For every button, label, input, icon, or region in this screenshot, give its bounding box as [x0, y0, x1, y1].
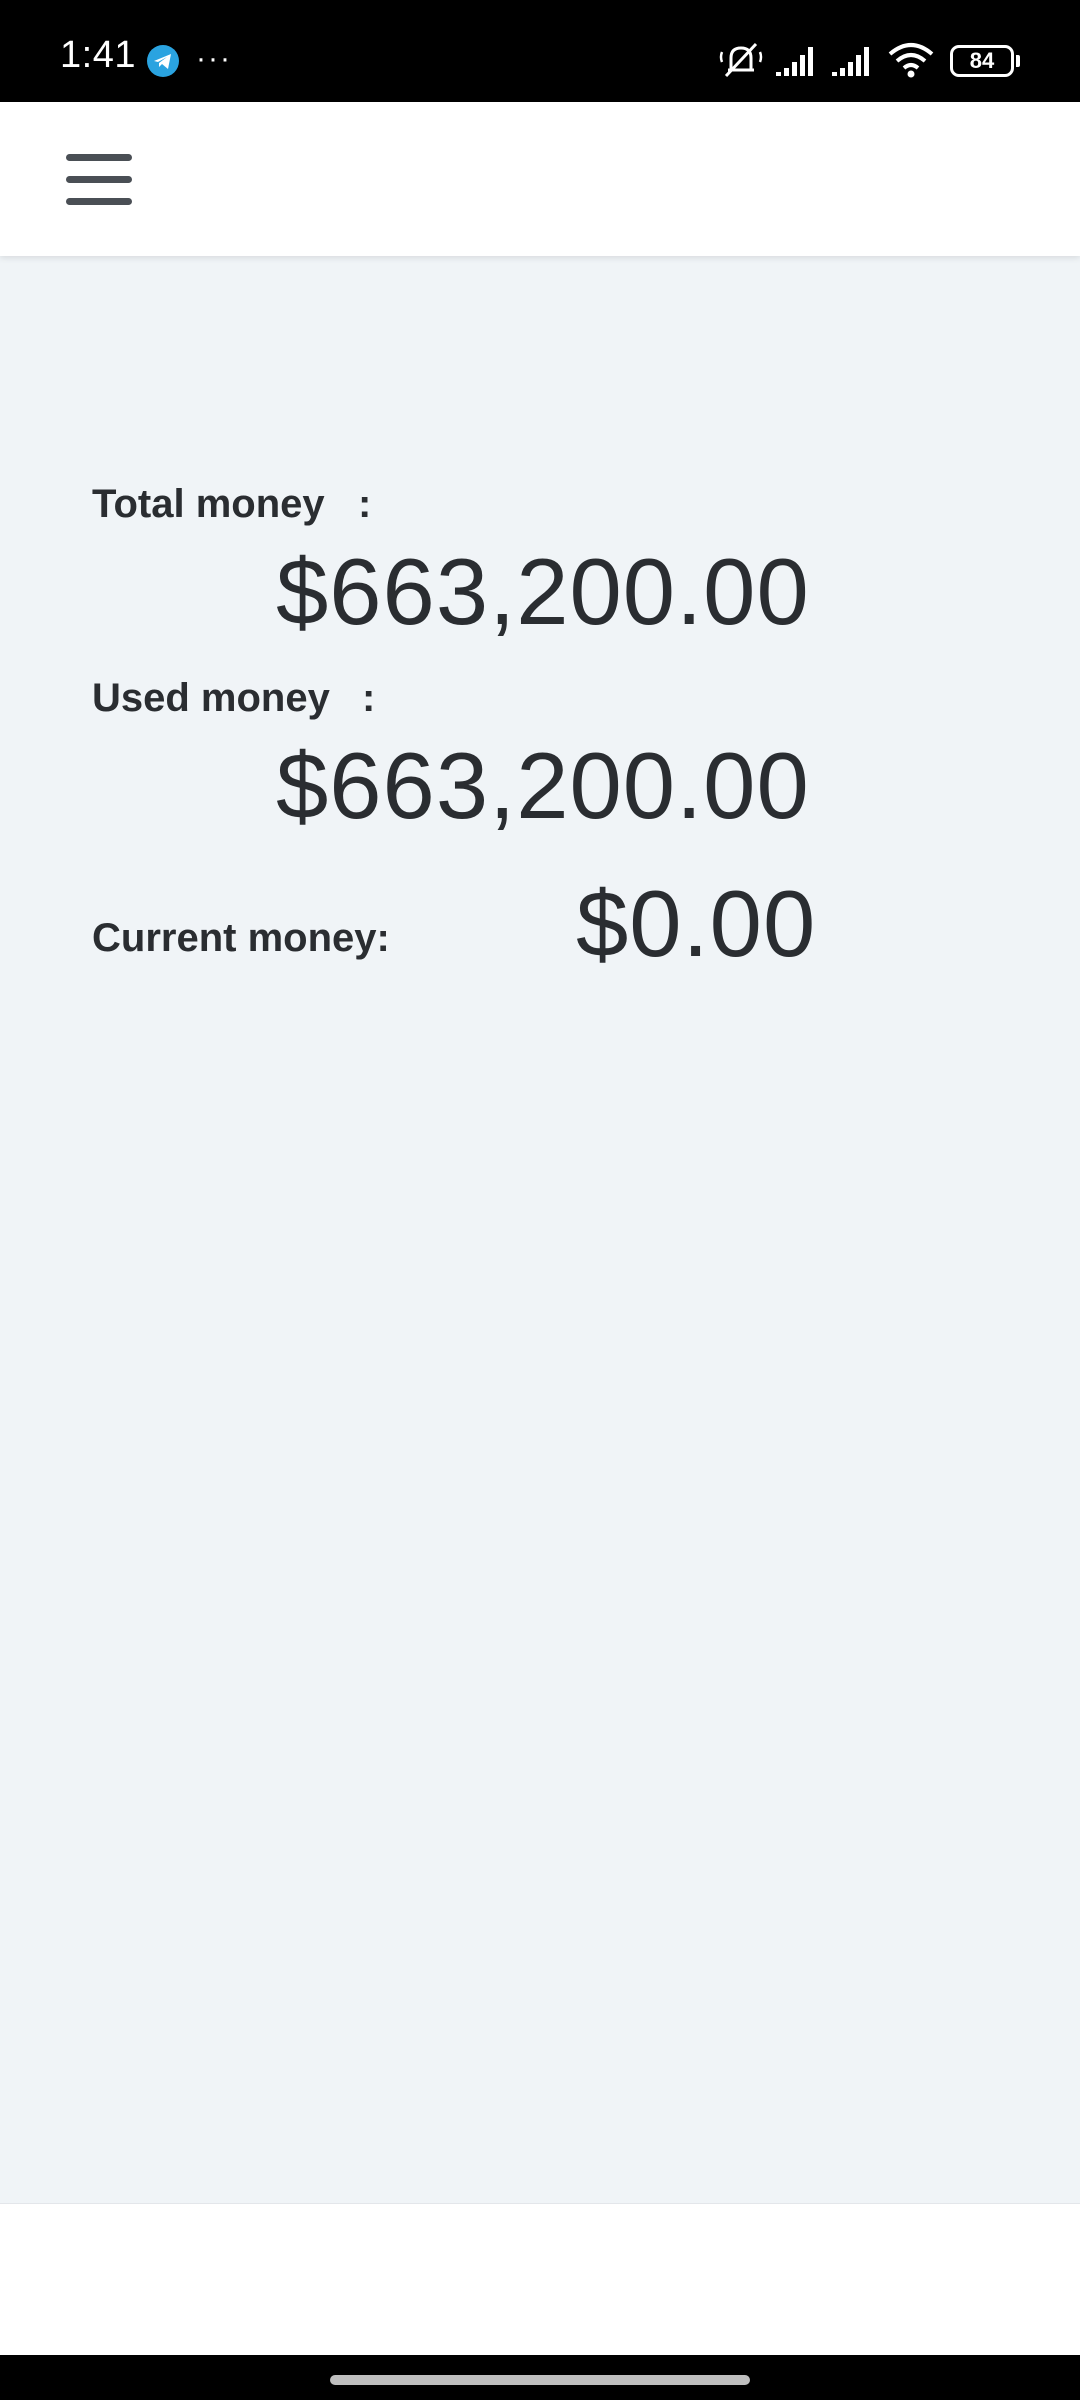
- used-money-label: Used money: [92, 676, 330, 720]
- silent-icon: [719, 42, 763, 78]
- total-money-colon: :: [358, 482, 372, 526]
- wifi-icon: [888, 43, 934, 78]
- bottom-area: [0, 2203, 1080, 2355]
- battery-level: 84: [969, 48, 995, 73]
- telegram-icon: [147, 45, 179, 77]
- money-summary: Total money : $663,200.00 Used money : $…: [0, 256, 1080, 2203]
- total-money-value: $663,200.00: [276, 539, 810, 644]
- current-money-label: Current money:: [92, 916, 390, 960]
- signal-icon: [832, 47, 869, 76]
- used-money-value: $663,200.00: [276, 733, 810, 838]
- hamburger-menu-icon[interactable]: [56, 146, 140, 212]
- home-indicator[interactable]: [330, 2375, 750, 2385]
- battery-icon: 84: [950, 45, 1020, 77]
- status-time: 1:41: [60, 34, 136, 76]
- current-money-value: $0.00: [576, 871, 817, 976]
- app-header: [0, 102, 1080, 256]
- signal-icon: [776, 47, 813, 76]
- more-notifications-icon: ···: [196, 42, 232, 75]
- used-money-colon: :: [362, 676, 376, 720]
- system-navigation-bar: [0, 2355, 1080, 2400]
- status-bar: 1:41 ··· 84: [0, 0, 1080, 102]
- total-money-label: Total money: [92, 482, 325, 526]
